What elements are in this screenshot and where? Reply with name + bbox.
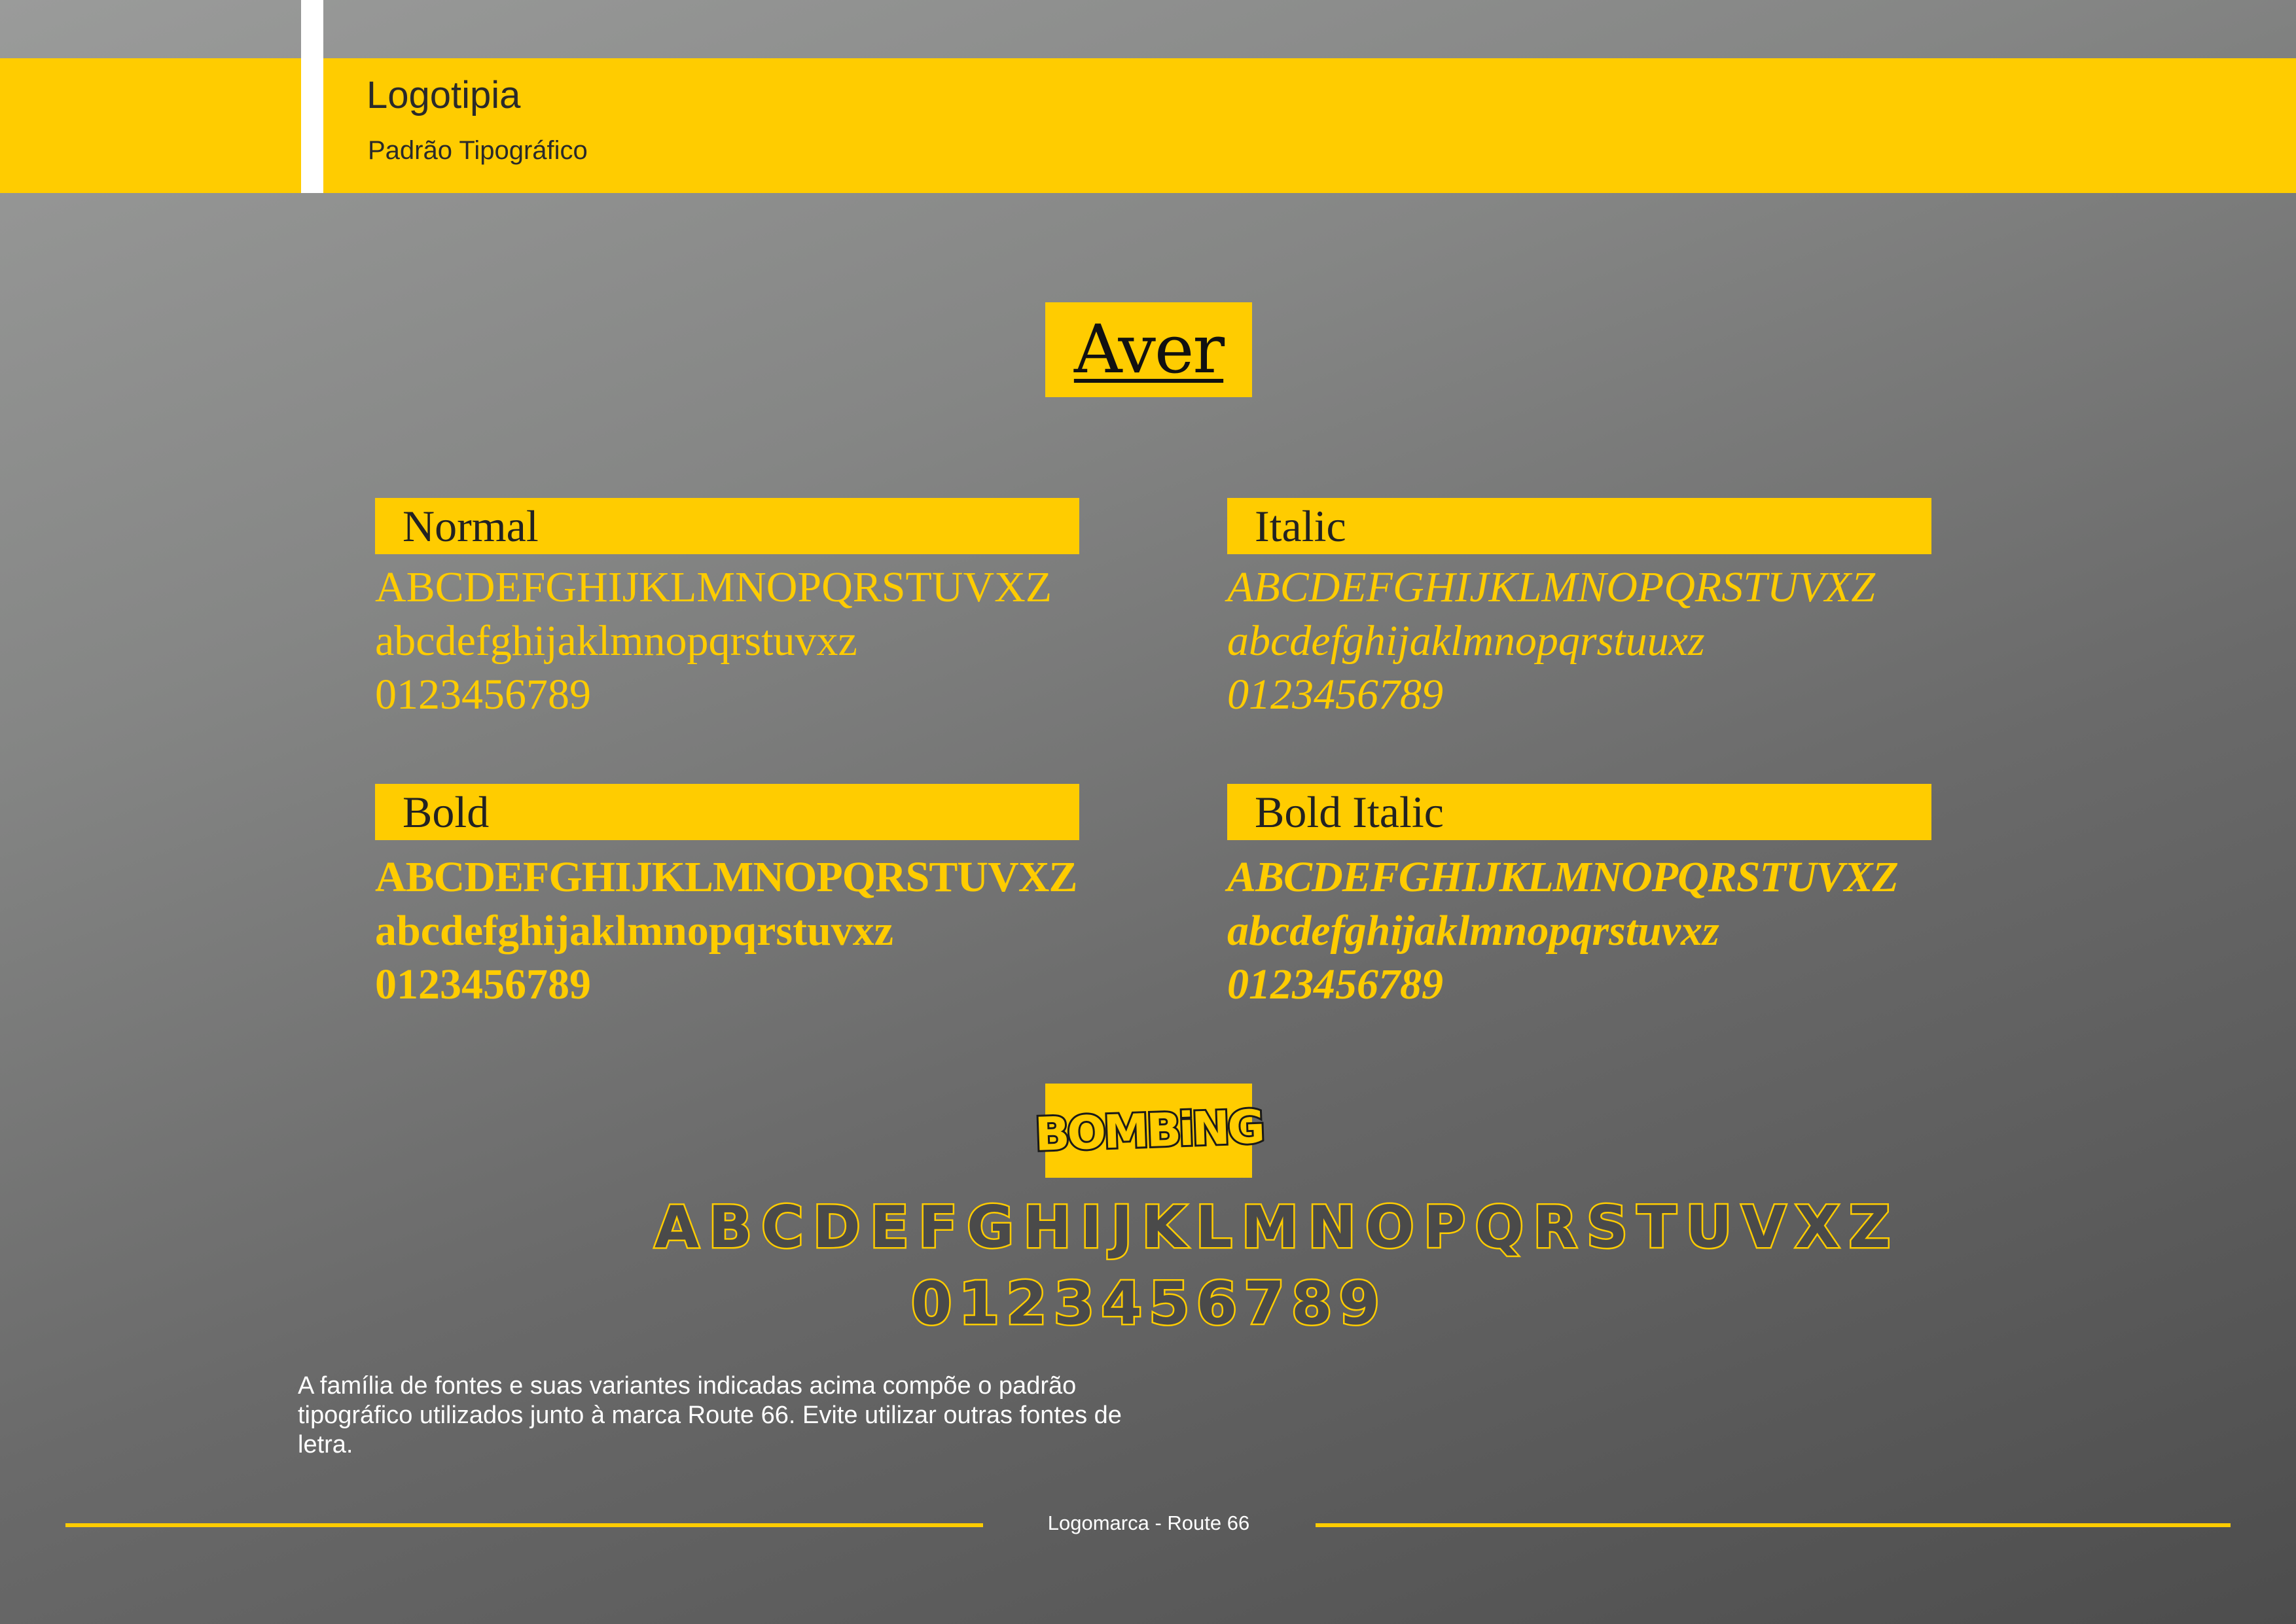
footer-rule-left (65, 1523, 983, 1527)
display-font-digits: 0123456789 (851, 1268, 1446, 1340)
variant-bold: Bold ABCDEFGHIJKLMNOPQRSTUVXZ abcdefghij… (375, 784, 1079, 1012)
sample-digits: 0123456789 (1227, 961, 1443, 1008)
sample-lowercase: abcdefghijaklmnopqrstuvxz (1227, 907, 1719, 955)
footer-text: Logomarca - Route 66 (1047, 1511, 1250, 1534)
header-stripe (301, 0, 323, 193)
variant-normal: Normal ABCDEFGHIJKLMNOPQRSTUVXZ abcdefgh… (375, 498, 1079, 722)
sample-uppercase: ABCDEFGHIJKLMNOPQRSTUVXZ (375, 563, 1052, 611)
variant-sample: ABCDEFGHIJKLMNOPQRSTUVXZ abcdefghijaklmn… (1227, 851, 1931, 1012)
sample-uppercase: ABCDEFGHIJKLMNOPQRSTUVXZ (375, 853, 1077, 901)
primary-font-badge: Aver (1045, 302, 1252, 397)
primary-font-name: Aver (1073, 311, 1225, 389)
sample-uppercase: ABCDEFGHIJKLMNOPQRSTUVXZ (1227, 853, 1899, 901)
display-font-alphabet: ABCDEFGHIJKLMNOPQRSTUVXZ (653, 1192, 1892, 1263)
footer-rule-right (1316, 1523, 2231, 1527)
page-title: Logotipia (367, 74, 521, 116)
variant-label: Italic (1227, 498, 1931, 554)
header-band (0, 58, 2296, 193)
variant-label: Normal (375, 498, 1079, 554)
sample-uppercase: ABCDEFGHIJKLMNOPQRSTUVXZ (1227, 563, 1875, 611)
sample-digits: 0123456789 (1227, 671, 1443, 718)
variant-italic: Italic ABCDEFGHIJKLMNOPQRSTUVXZ abcdefgh… (1227, 498, 1931, 722)
variant-label: Bold Italic (1227, 784, 1931, 840)
sample-lowercase: abcdefghijaklmnopqrstuvxz (375, 907, 894, 955)
variant-bold-italic: Bold Italic ABCDEFGHIJKLMNOPQRSTUVXZ abc… (1227, 784, 1931, 1012)
page-subtitle: Padrão Tipográfico (368, 136, 588, 165)
display-font-name: BOMBiNG (1032, 1098, 1266, 1163)
sample-lowercase: abcdefghijaklmnopqrstuvxz (375, 617, 857, 665)
display-alphabet-text: ABCDEFGHIJKLMNOPQRSTUVXZ (653, 1192, 1900, 1263)
sample-digits: 0123456789 (375, 961, 591, 1008)
variant-label: Bold (375, 784, 1079, 840)
display-font-badge: BOMBiNG (1032, 1084, 1265, 1178)
variant-sample: ABCDEFGHIJKLMNOPQRSTUVXZ abcdefghijaklmn… (1227, 561, 1931, 722)
description-text: A família de fontes e suas variantes ind… (298, 1372, 1122, 1458)
sample-digits: 0123456789 (375, 671, 591, 718)
display-digits-text: 0123456789 (909, 1268, 1387, 1340)
variant-sample: ABCDEFGHIJKLMNOPQRSTUVXZ abcdefghijaklmn… (375, 851, 1079, 1012)
variant-sample: ABCDEFGHIJKLMNOPQRSTUVXZ abcdefghijaklmn… (375, 561, 1079, 722)
sample-lowercase: abcdefghijaklmnopqrstuuxz (1227, 617, 1705, 665)
